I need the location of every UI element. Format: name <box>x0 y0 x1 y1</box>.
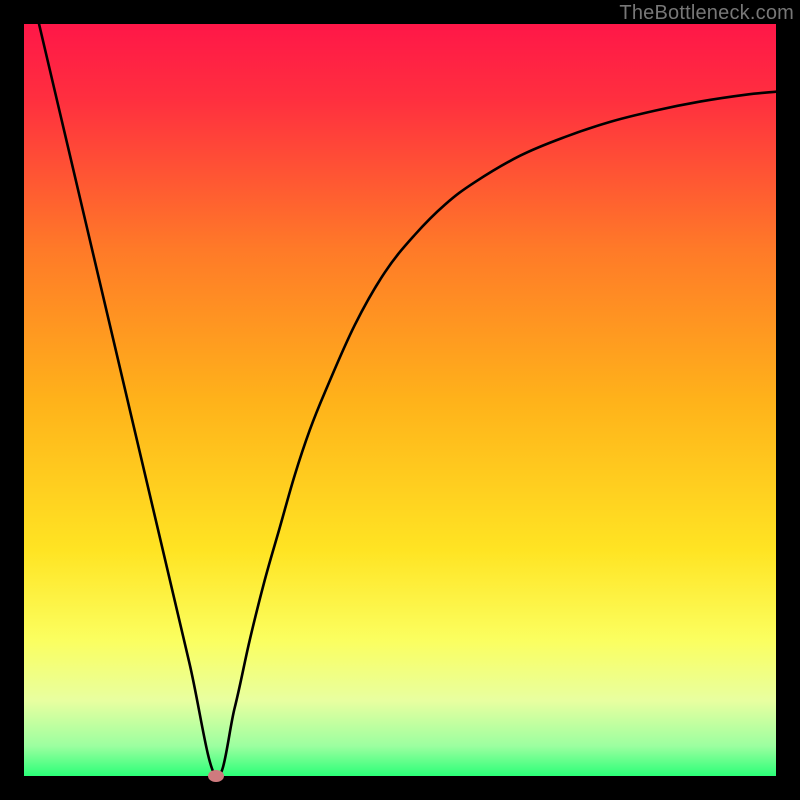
optimal-point-marker <box>208 770 224 782</box>
watermark-text: TheBottleneck.com <box>619 2 794 25</box>
gradient-background <box>24 24 776 776</box>
bottleneck-plot <box>24 24 776 776</box>
chart-frame <box>24 24 776 776</box>
